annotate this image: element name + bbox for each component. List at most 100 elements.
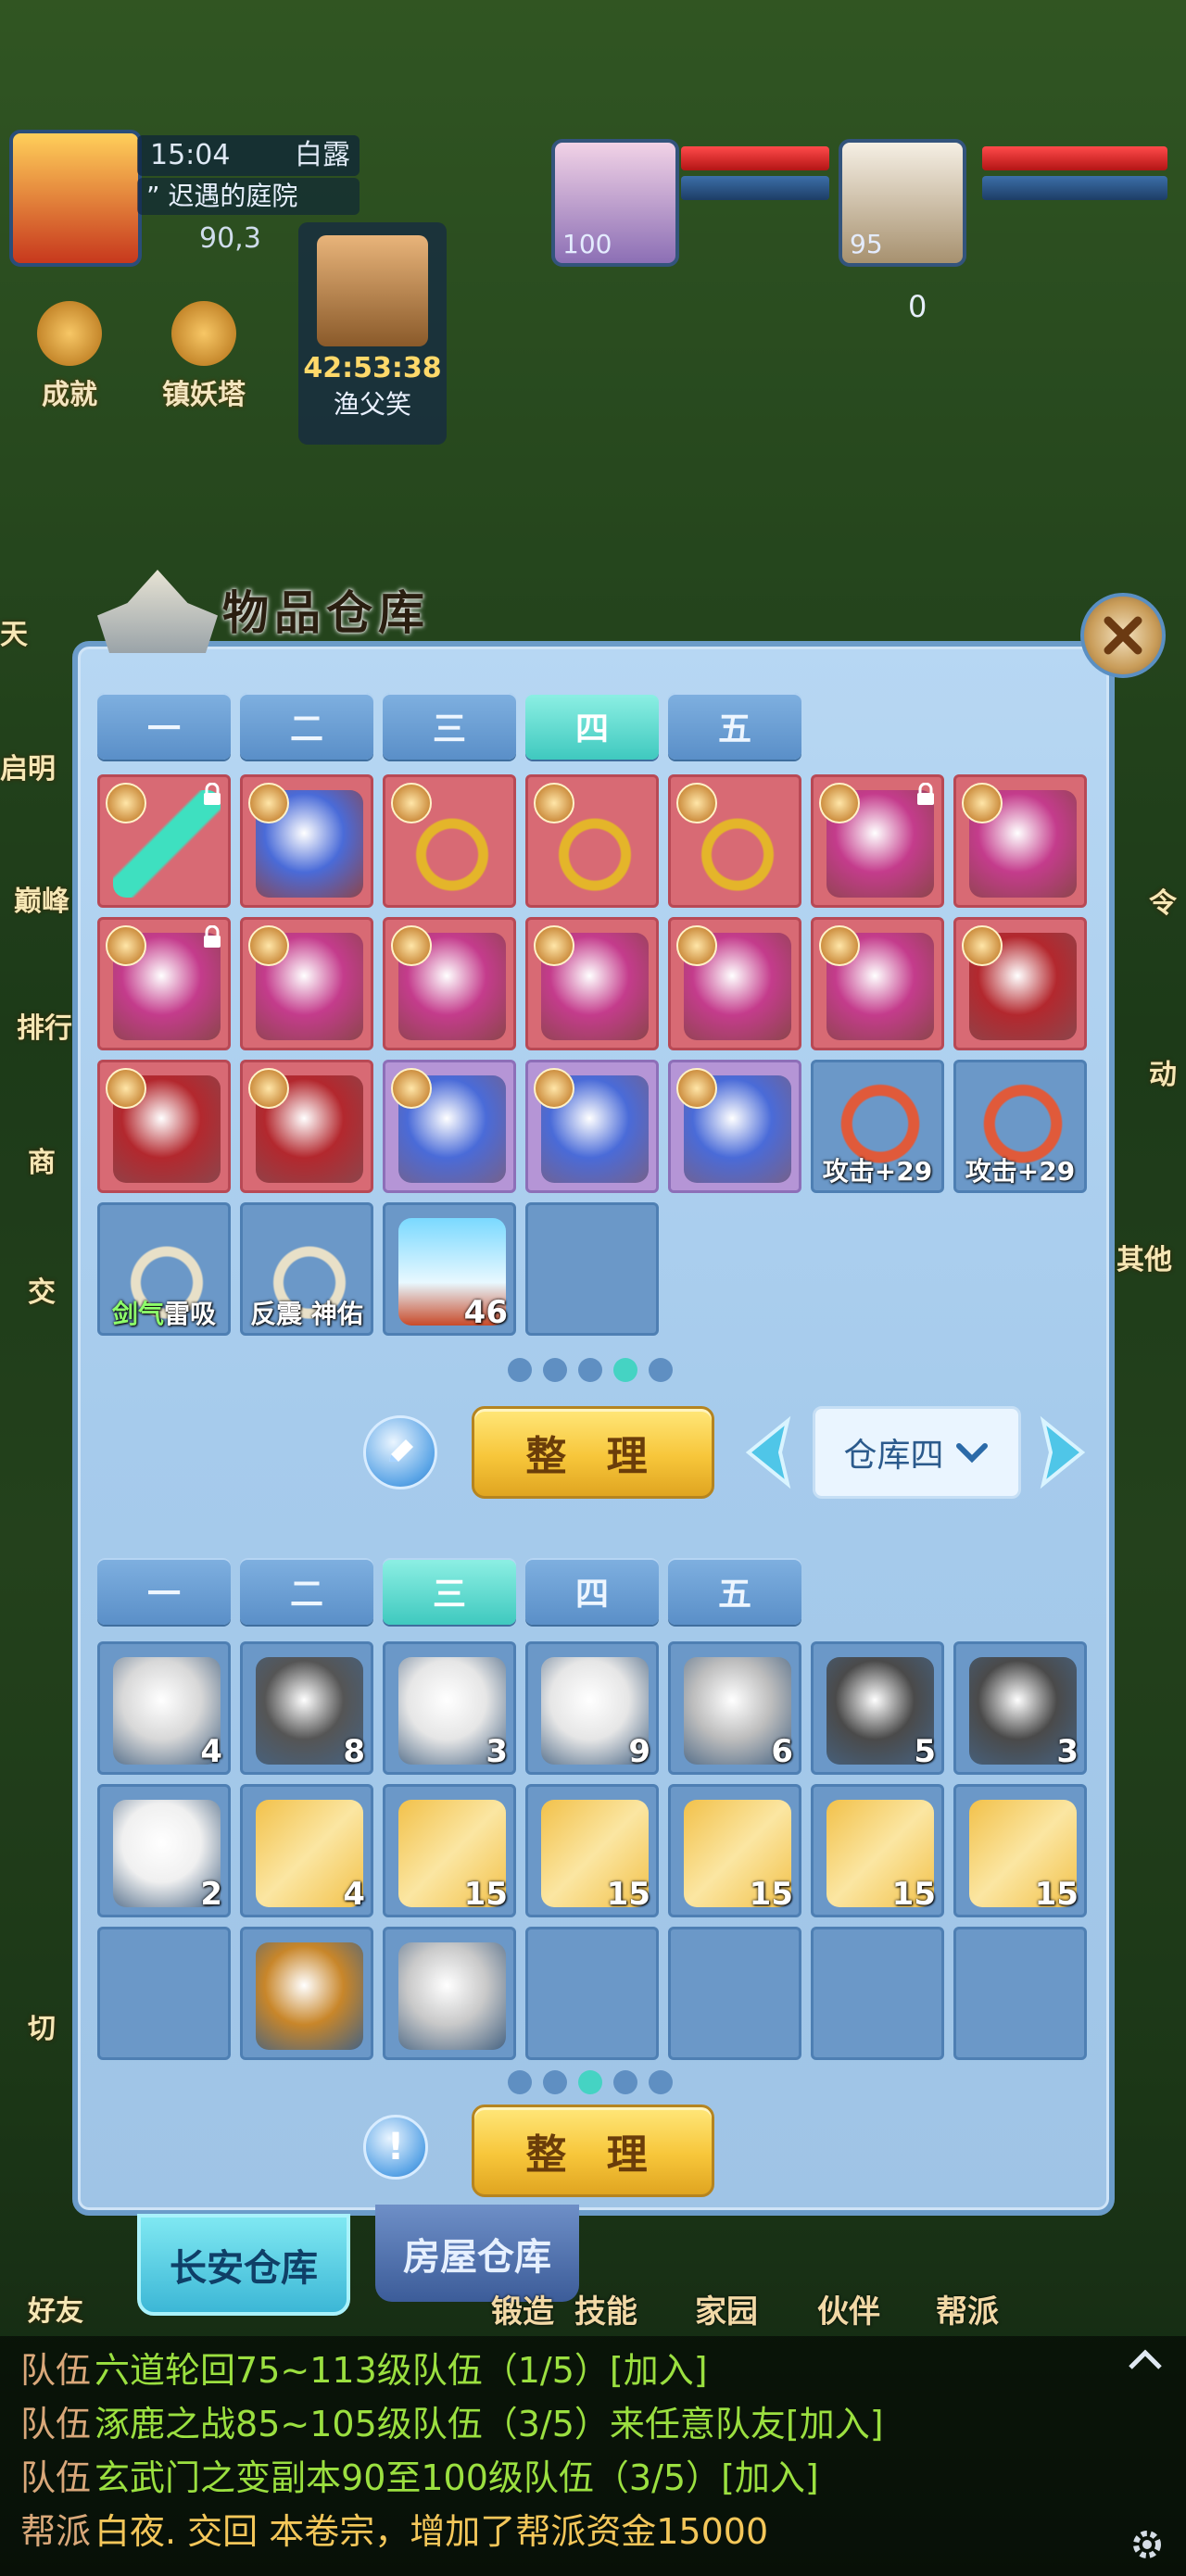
item-slot[interactable] [240,1927,373,2060]
item-slot[interactable] [383,1060,516,1193]
lower-tab-1[interactable]: 一 [97,1558,231,1625]
item-slot[interactable]: 15 [525,1784,659,1917]
empty-slot[interactable] [97,1927,231,2060]
item-slot[interactable]: 3 [383,1641,516,1775]
item-slot[interactable]: 反震 神佑 [240,1202,373,1336]
page-dot[interactable] [543,1358,567,1382]
side-label-shop[interactable]: 商 [28,1139,56,1180]
warehouse-select[interactable]: 仓库四 [813,1406,1021,1499]
item-slot[interactable]: 15 [668,1784,801,1917]
page-dot[interactable] [649,1358,673,1382]
lower-tab-3[interactable]: 三 [383,1558,516,1625]
achievement-button[interactable]: 成就 [32,301,107,412]
pet-portrait-2[interactable]: 95 [839,139,966,267]
page-dot[interactable] [649,2070,673,2094]
item-slot[interactable]: 15 [953,1784,1087,1917]
page-dot[interactable] [578,1358,602,1382]
empty-slot[interactable] [668,1927,801,2060]
item-slot[interactable]: 15 [383,1784,516,1917]
empty-slot[interactable] [953,1927,1087,2060]
npc-event-card[interactable]: 42:53:38 渔父笑 [298,222,447,445]
lower-tab-4[interactable]: 四 [525,1558,659,1625]
item-slot[interactable] [668,917,801,1050]
item-slot[interactable] [97,774,231,908]
item-slot[interactable] [525,774,659,908]
item-slot[interactable] [383,917,516,1050]
item-slot[interactable] [383,774,516,908]
empty-slot[interactable] [811,1927,944,2060]
side-label-rank[interactable]: 排行 [17,1005,72,1046]
item-slot[interactable]: 2 [97,1784,231,1917]
join-link[interactable]: [加入] [721,2457,819,2498]
nav-forge[interactable]: 锻造 [491,2286,554,2331]
item-slot[interactable] [240,1060,373,1193]
sort-upper-button[interactable]: 整 理 [472,1406,714,1499]
close-button[interactable] [1080,593,1166,678]
item-slot[interactable]: 4 [240,1784,373,1917]
page-dot[interactable] [508,2070,532,2094]
rename-button[interactable] [363,1415,437,1489]
nav-skills[interactable]: 技能 [574,2286,637,2331]
join-link[interactable]: [加入] [786,2404,884,2444]
upper-tab-5[interactable]: 五 [668,693,801,760]
item-slot[interactable]: 6 [668,1641,801,1775]
empty-slot[interactable] [525,1927,659,2060]
side-label-peak[interactable]: 巅峰 [14,878,69,919]
item-slot[interactable]: 4 [97,1641,231,1775]
upper-tab-4[interactable]: 四 [525,693,659,760]
page-dot[interactable] [578,2070,602,2094]
next-warehouse-button[interactable] [1030,1415,1090,1489]
chat-line[interactable]: 帮派 白夜. 交回 本卷宗，增加了帮派资金15000 [20,2503,768,2554]
side-label-switch[interactable]: 切 [28,2005,56,2046]
upper-tab-2[interactable]: 二 [240,693,373,760]
item-slot[interactable]: 攻击+29 [811,1060,944,1193]
empty-slot[interactable] [525,1202,659,1336]
nav-guild[interactable]: 帮派 [936,2286,999,2331]
page-dot[interactable] [613,2070,637,2094]
side-label-qiming[interactable]: 启明 [0,746,56,786]
join-link[interactable]: [加入] [610,2350,708,2391]
lower-tab-2[interactable]: 二 [240,1558,373,1625]
upper-tab-3[interactable]: 三 [383,693,516,760]
item-slot[interactable] [811,774,944,908]
item-slot[interactable]: 5 [811,1641,944,1775]
item-slot[interactable]: 3 [953,1641,1087,1775]
page-dot[interactable] [613,1358,637,1382]
item-slot[interactable]: 9 [525,1641,659,1775]
side-label-activity[interactable]: 动 [1149,1051,1177,1092]
lower-tab-5[interactable]: 五 [668,1558,801,1625]
item-slot[interactable] [525,1060,659,1193]
item-slot[interactable] [953,917,1087,1050]
page-dot[interactable] [543,2070,567,2094]
item-slot[interactable] [383,1927,516,2060]
side-label-friends[interactable]: 好友 [28,2288,83,2329]
chat-line[interactable]: 队伍 六道轮回75~113级队伍（1/5）[加入] [20,2342,708,2393]
item-slot[interactable] [97,1060,231,1193]
demon-tower-button[interactable]: 镇妖塔 [153,301,255,412]
tab-changan-warehouse[interactable]: 长安仓库 [137,2214,350,2316]
item-slot[interactable]: 8 [240,1641,373,1775]
chat-line[interactable]: 队伍 玄武门之变副本90至100级队伍（3/5）[加入] [20,2449,819,2500]
item-slot[interactable]: 攻击+29 [953,1060,1087,1193]
location-name[interactable]: ” 迟遇的庭院 [137,178,360,215]
side-label-tian[interactable]: 天 [0,611,28,652]
item-slot[interactable] [240,917,373,1050]
item-slot[interactable] [953,774,1087,908]
side-label-other[interactable]: 其他 [1117,1237,1172,1277]
nav-home[interactable]: 家园 [695,2286,758,2331]
side-label-ling[interactable]: 令 [1149,880,1177,921]
item-slot[interactable]: 剑气雷吸 [97,1202,231,1336]
page-dot[interactable] [508,1358,532,1382]
item-slot[interactable]: 15 [811,1784,944,1917]
item-slot[interactable] [811,917,944,1050]
nav-partners[interactable]: 伙伴 [817,2286,880,2331]
info-button[interactable]: ! [363,2115,428,2180]
item-slot[interactable]: 46 [383,1202,516,1336]
item-slot[interactable] [240,774,373,908]
item-slot[interactable] [668,774,801,908]
chat-line[interactable]: 队伍 涿鹿之战85~105级队伍（3/5）来任意队友[加入] [20,2395,884,2446]
side-label-trade[interactable]: 交 [28,1269,56,1310]
player-avatar[interactable] [9,130,142,267]
chevron-up-icon[interactable] [1125,2345,1166,2373]
item-slot[interactable] [97,917,231,1050]
